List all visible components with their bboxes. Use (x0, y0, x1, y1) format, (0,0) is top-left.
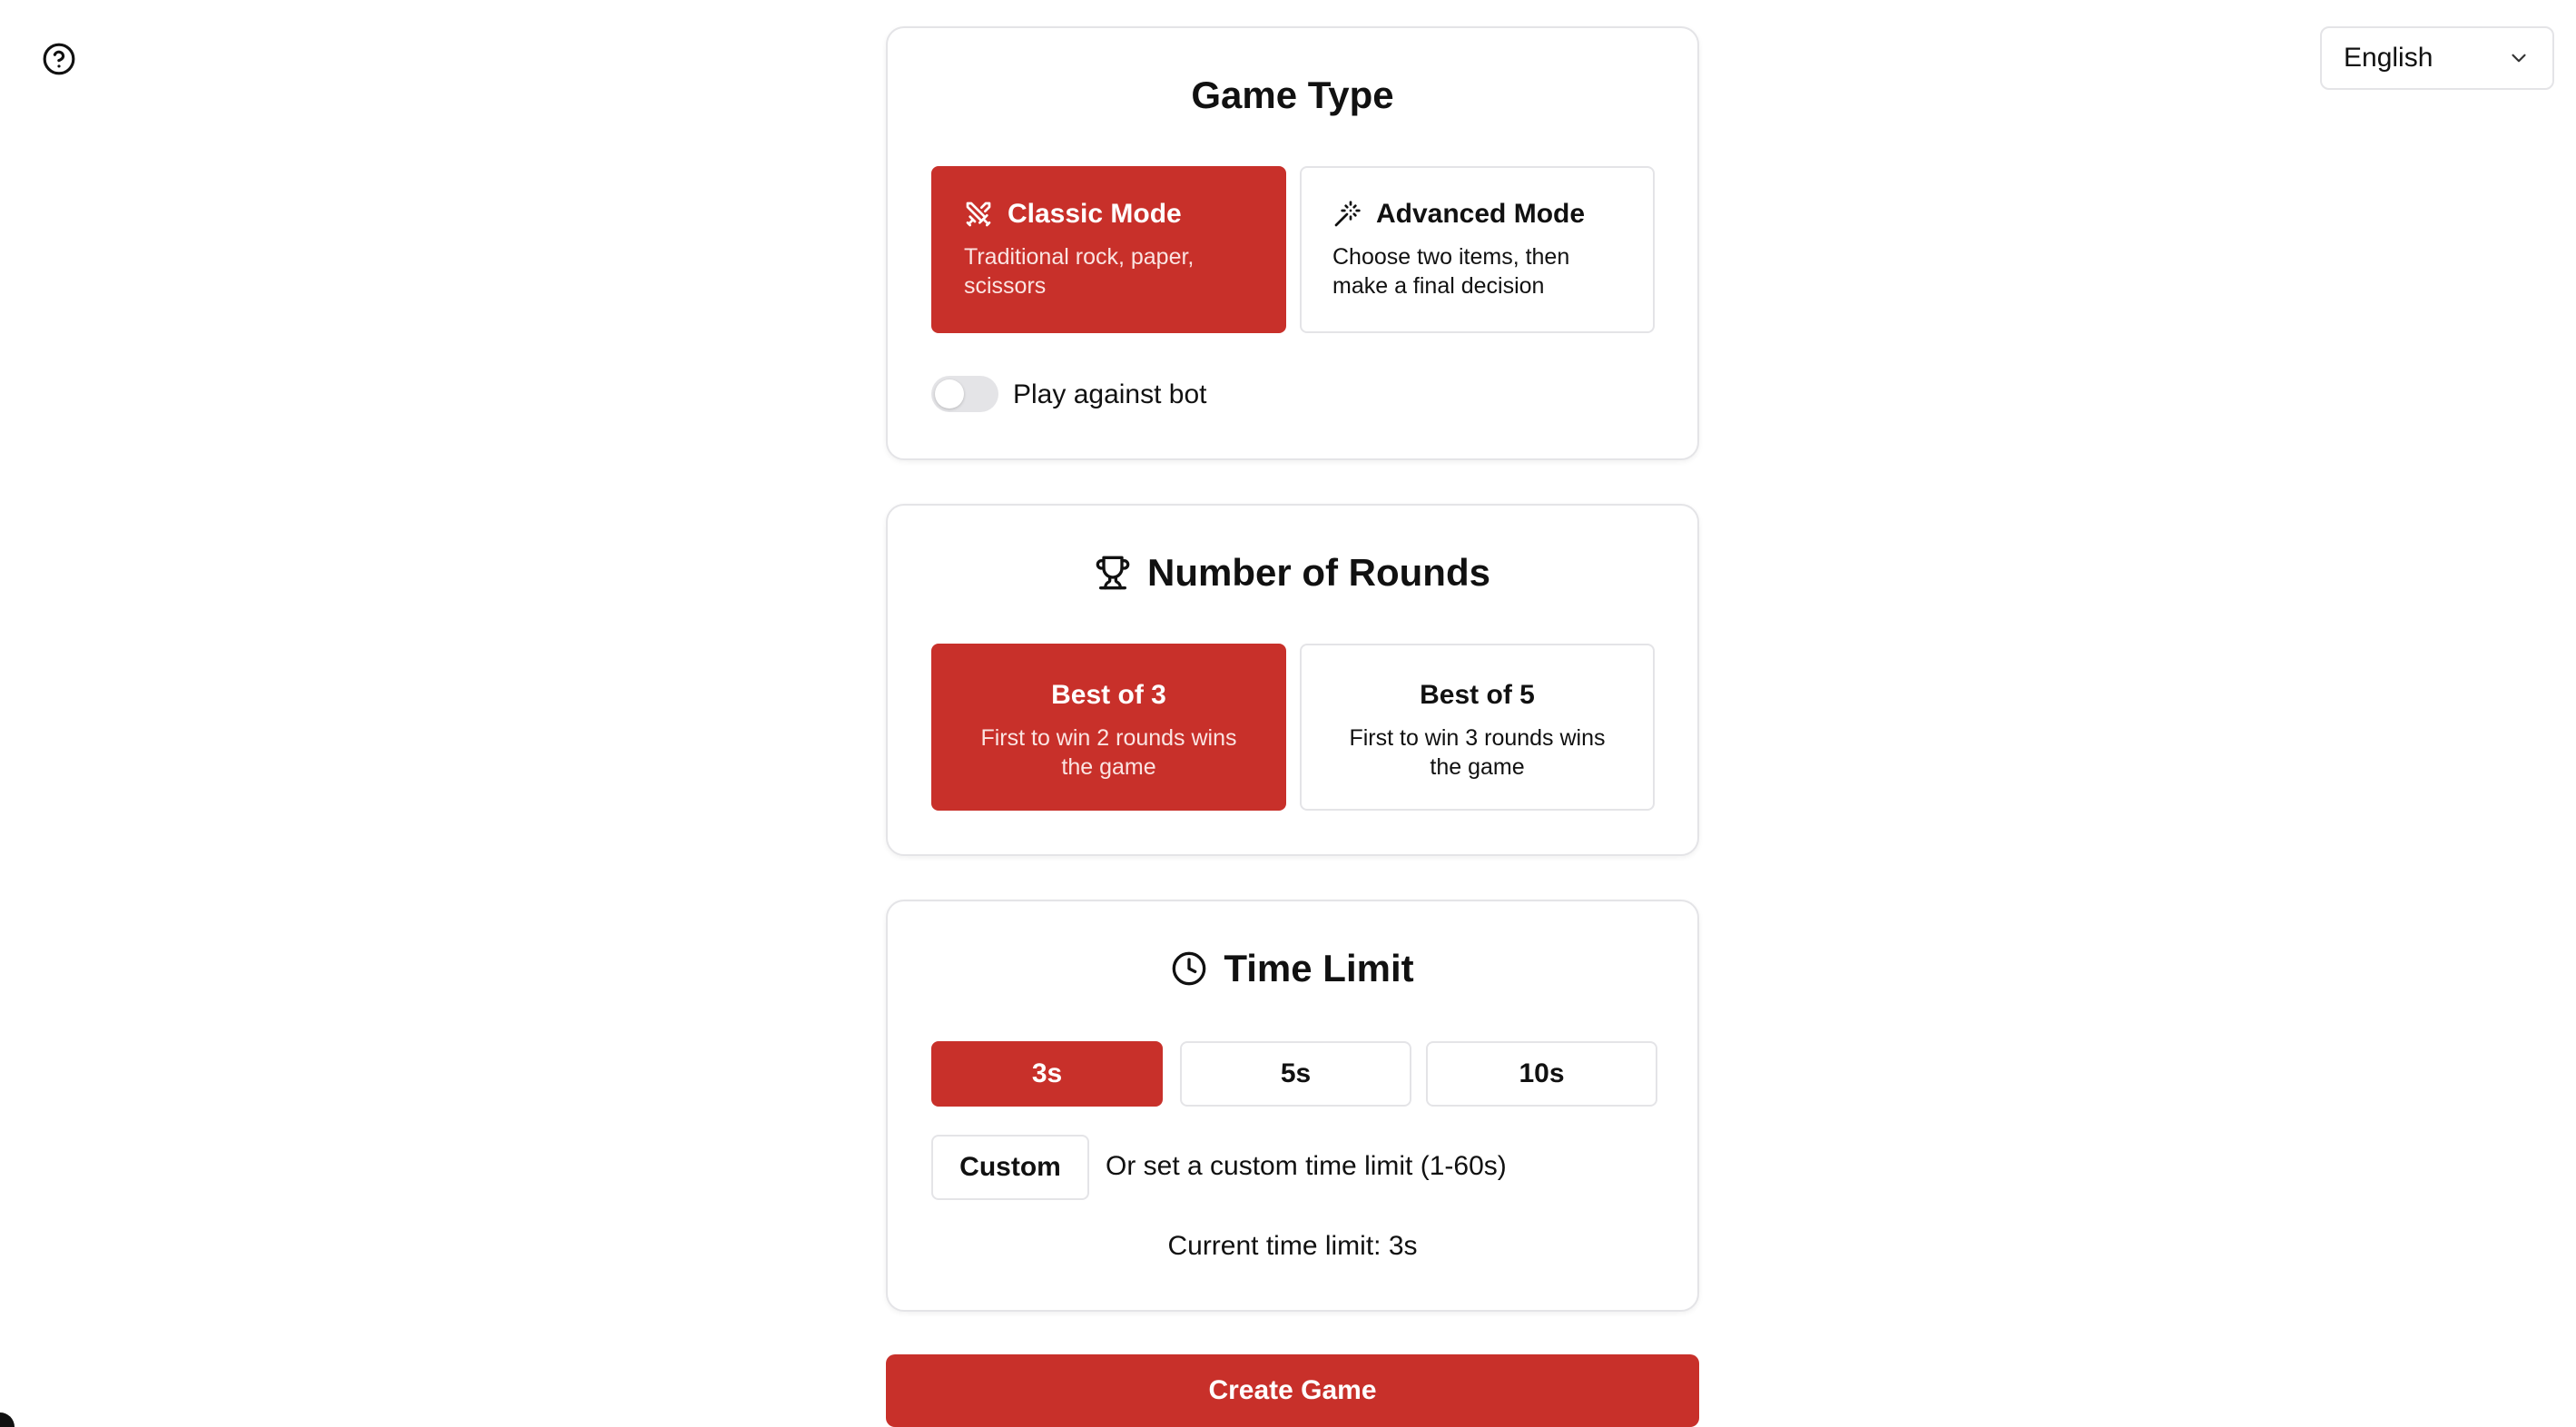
best-of-3-label: Best of 3 (1051, 680, 1166, 710)
clock-icon (1173, 951, 1206, 986)
trophy-icon (1096, 556, 1130, 590)
magic-wand-icon (1334, 201, 1361, 227)
advanced-mode-description: Choose two items, then make a final deci… (1332, 244, 1570, 299)
best-of-5-label: Best of 5 (1420, 680, 1535, 710)
time-5s-option[interactable]: 5s (1180, 1041, 1411, 1107)
play-against-bot-label: Play against bot (1013, 379, 1207, 409)
current-time-limit: Current time limit: 3s (1167, 1231, 1418, 1261)
play-against-bot-toggle[interactable] (931, 376, 998, 412)
toggle-knob (935, 379, 964, 408)
time-10s-option[interactable]: 10s (1426, 1041, 1657, 1107)
create-game-button[interactable]: Create Game (886, 1354, 1699, 1427)
time-3s-option[interactable]: 3s (931, 1041, 1163, 1107)
classic-mode-description: Traditional rock, paper, scissors (964, 244, 1195, 299)
language-selected-value: English (2344, 43, 2433, 73)
help-button[interactable] (42, 42, 76, 76)
chevron-down-icon (2512, 54, 2526, 63)
best-of-5-description: First to win 3 rounds wins the game (1349, 725, 1606, 780)
swords-icon (966, 202, 991, 227)
language-select[interactable]: English (2320, 26, 2554, 90)
game-type-title: Game Type (1191, 74, 1394, 116)
advanced-mode-option[interactable]: Advanced Mode Choose two items, then mak… (1300, 166, 1655, 333)
advanced-mode-label: Advanced Mode (1376, 199, 1586, 229)
best-of-5-option[interactable]: Best of 5 First to win 3 rounds wins the… (1300, 644, 1655, 811)
custom-time-button[interactable]: Custom (931, 1135, 1089, 1200)
classic-mode-label: Classic Mode (1008, 199, 1182, 229)
best-of-3-description: First to win 2 rounds wins the game (980, 725, 1237, 780)
help-circle-icon (43, 43, 75, 75)
time-limit-title: Time Limit (888, 947, 1697, 990)
classic-mode-option[interactable]: Classic Mode Traditional rock, paper, sc… (931, 166, 1286, 333)
corner-mark (0, 1412, 15, 1427)
custom-time-hint: Or set a custom time limit (1-60s) (1106, 1151, 1507, 1181)
best-of-3-option[interactable]: Best of 3 First to win 2 rounds wins the… (931, 644, 1286, 811)
rounds-title: Number of Rounds (888, 551, 1697, 595)
